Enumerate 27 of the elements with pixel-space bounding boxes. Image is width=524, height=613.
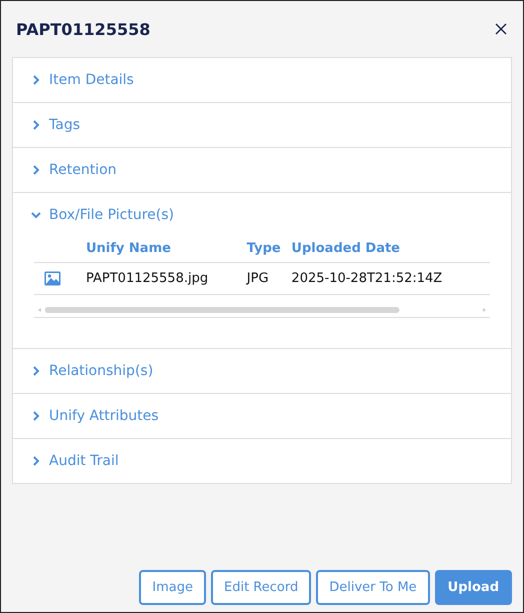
section-title: Item Details — [49, 72, 134, 88]
section-title: Audit Trail — [49, 453, 119, 469]
table-cell: 2025-10-28T21:52:14Z — [291, 262, 490, 294]
section-title: Relationship(s) — [49, 363, 154, 379]
table-cell: JPG — [246, 262, 292, 294]
section-header[interactable]: Relationship(s) — [13, 349, 511, 393]
section-title: Box/File Picture(s) — [49, 207, 174, 223]
section-title: Tags — [49, 117, 80, 133]
section-title: Unify Attributes — [49, 408, 159, 424]
section-title: Retention — [49, 162, 117, 178]
table-cell: PAPT01125558.jpg — [86, 262, 247, 294]
section-header[interactable]: Unify Attributes — [13, 394, 511, 438]
action-button[interactable]: Deliver To Me — [316, 570, 430, 605]
column-header: Uploaded Date — [291, 237, 490, 262]
section-header[interactable]: Audit Trail — [13, 439, 511, 483]
section-header[interactable]: Retention — [13, 148, 511, 192]
action-button[interactable]: Image — [139, 570, 206, 605]
section-header[interactable]: Item Details — [13, 58, 511, 102]
action-button[interactable]: Upload — [434, 570, 512, 605]
action-button[interactable]: Edit Record — [211, 570, 312, 605]
section-header[interactable]: Tags — [13, 103, 511, 147]
dialog-title: PAPT01125558 — [16, 20, 150, 38]
column-header: Unify Name — [86, 237, 247, 262]
column-header: Type — [246, 237, 292, 262]
image-icon — [44, 271, 61, 286]
close-icon[interactable] — [494, 22, 508, 36]
section-header[interactable]: Box/File Picture(s) — [13, 193, 511, 237]
